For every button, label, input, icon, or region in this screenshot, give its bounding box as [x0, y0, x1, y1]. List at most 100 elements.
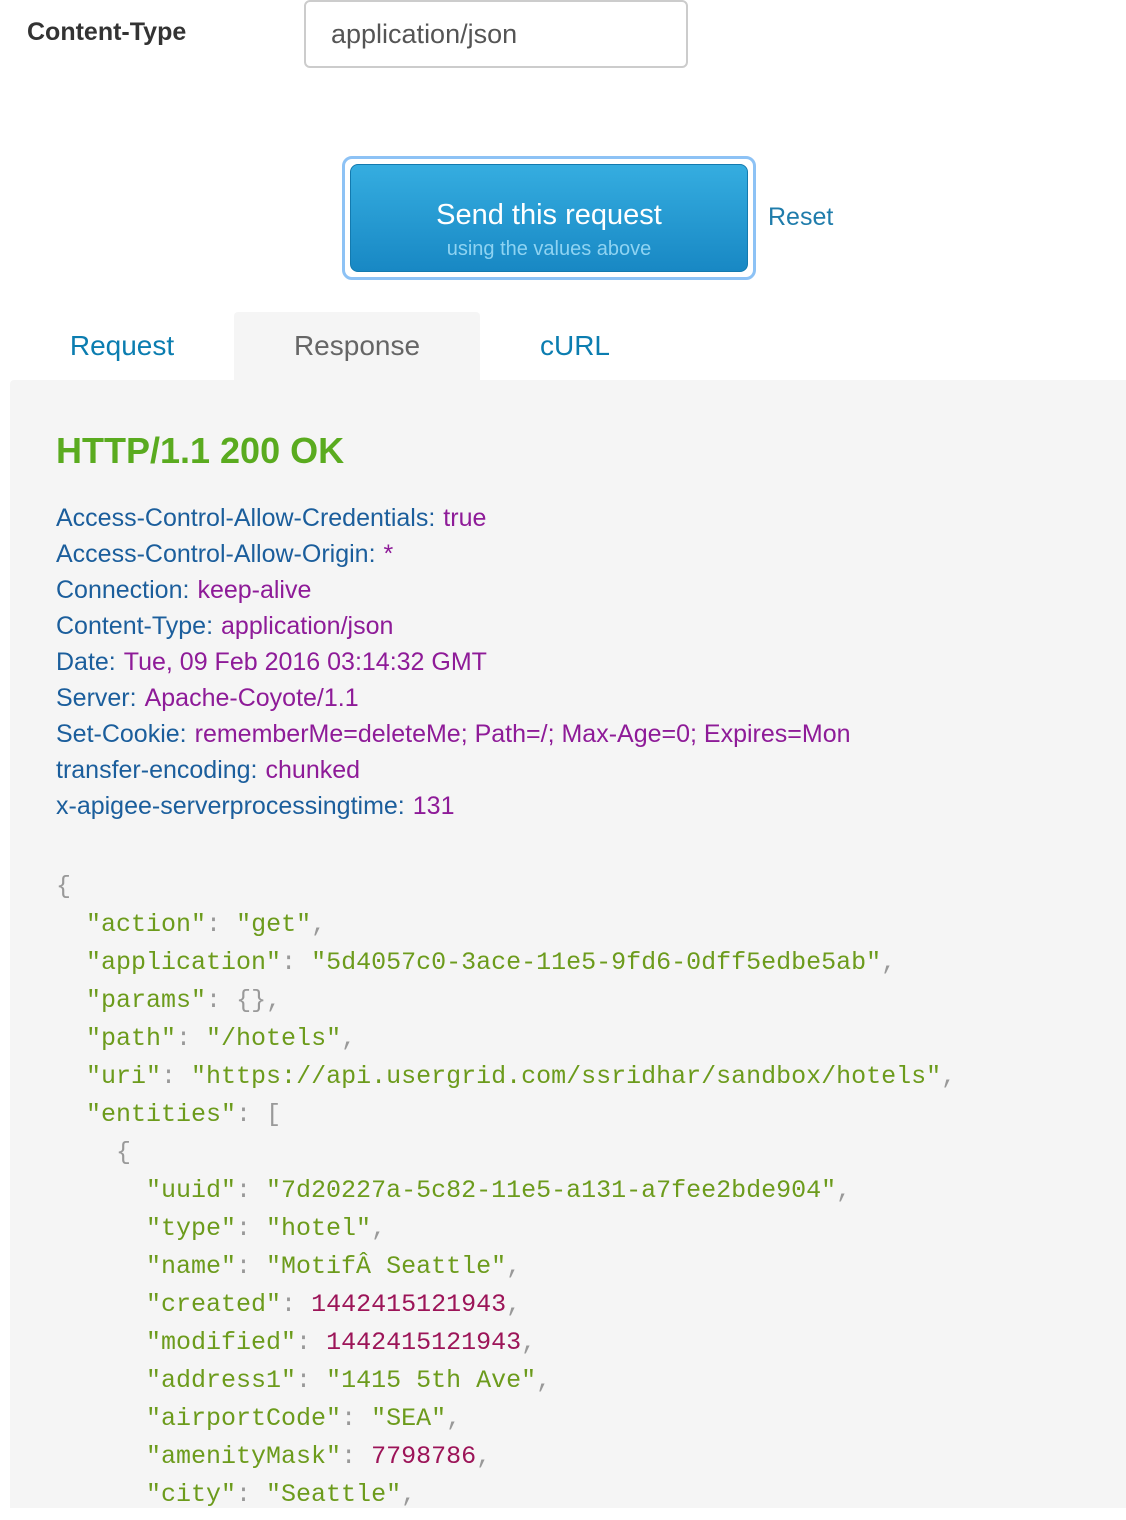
- json-line: "modified": 1442415121943,: [56, 1324, 956, 1362]
- json-punctuation: ,: [446, 1404, 462, 1433]
- tab-response[interactable]: Response: [234, 312, 480, 380]
- json-colon: :: [236, 1214, 267, 1243]
- json-colon: :: [236, 1100, 267, 1129]
- json-key: "application": [86, 948, 282, 977]
- json-value: 1442415121943: [311, 1290, 507, 1319]
- json-key: "modified": [146, 1328, 297, 1357]
- send-button-focus-ring: Send this request using the values above: [342, 156, 756, 280]
- json-value: "https://api.usergrid.com/ssridhar/sandb…: [191, 1062, 942, 1091]
- json-line: "action": "get",: [56, 906, 956, 944]
- json-punctuation: ,: [341, 1024, 357, 1053]
- json-value: "SEA": [371, 1404, 447, 1433]
- json-punctuation: ,: [401, 1480, 417, 1509]
- json-line: "name": "MotifÂ Seattle",: [56, 1248, 956, 1286]
- json-colon: :: [296, 1328, 327, 1357]
- json-colon: :: [236, 1480, 267, 1509]
- response-header-key: Set-Cookie:: [56, 720, 187, 748]
- json-key: "name": [146, 1252, 237, 1281]
- json-line: {: [56, 868, 956, 906]
- tab-curl[interactable]: cURL: [480, 312, 670, 380]
- json-key: "params": [86, 986, 207, 1015]
- json-colon: :: [206, 910, 237, 939]
- response-header-value: 131: [412, 792, 455, 820]
- json-value: "7d20227a-5c82-11e5-a131-a7fee2bde904": [266, 1176, 837, 1205]
- json-line: "amenityMask": 7798786,: [56, 1438, 956, 1476]
- response-header-row: transfer-encoding: chunked: [56, 752, 851, 788]
- json-line: {: [56, 1134, 956, 1172]
- json-colon: :: [341, 1442, 372, 1471]
- response-header-row: Set-Cookie: rememberMe=deleteMe; Path=/; …: [56, 716, 851, 752]
- json-line: "application": "5d4057c0-3ace-11e5-9fd6-…: [56, 944, 956, 982]
- json-line: "path": "/hotels",: [56, 1020, 956, 1058]
- response-header-value: true: [443, 504, 487, 532]
- json-colon: :: [341, 1404, 372, 1433]
- json-brace: {: [56, 872, 72, 901]
- json-colon: :: [206, 986, 237, 1015]
- json-key: "amenityMask": [146, 1442, 342, 1471]
- json-punctuation: ,: [941, 1062, 957, 1091]
- json-line: "created": 1442415121943,: [56, 1286, 956, 1324]
- response-header-key: Content-Type:: [56, 612, 214, 640]
- response-header-value: application/json: [221, 612, 394, 640]
- json-punctuation: ,: [536, 1366, 552, 1395]
- content-type-input[interactable]: [304, 0, 688, 68]
- response-header-value: Tue, 09 Feb 2016 03:14:32 GMT: [123, 648, 487, 676]
- send-request-button[interactable]: Send this request using the values above: [350, 164, 748, 272]
- json-value: 1442415121943: [326, 1328, 522, 1357]
- json-key: "city": [146, 1480, 237, 1509]
- json-colon: :: [236, 1176, 267, 1205]
- json-punctuation: ,: [881, 948, 897, 977]
- reset-link[interactable]: Reset: [768, 203, 833, 232]
- content-type-label: Content-Type: [27, 18, 187, 46]
- json-value: "/hotels": [206, 1024, 342, 1053]
- json-colon: :: [281, 948, 312, 977]
- response-header-key: x-apigee-serverprocessingtime:: [56, 792, 405, 820]
- json-key: "entities": [86, 1100, 237, 1129]
- response-header-value: *: [383, 540, 394, 568]
- response-header-row: Access-Control-Allow-Credentials: true: [56, 500, 851, 536]
- json-brace: {: [116, 1138, 132, 1167]
- response-header-value: rememberMe=deleteMe; Path=/; Max-Age=0; …: [194, 720, 851, 748]
- json-value: "get": [236, 910, 312, 939]
- json-value: "1415 5th Ave": [326, 1366, 537, 1395]
- response-headers: Access-Control-Allow-Credentials: true Acc…: [56, 500, 851, 824]
- json-key: "uuid": [146, 1176, 237, 1205]
- json-punctuation: ,: [266, 986, 282, 1015]
- response-header-value: keep-alive: [197, 576, 312, 604]
- send-button-title: Send this request: [436, 199, 662, 231]
- json-punctuation: ,: [311, 910, 327, 939]
- json-key: "airportCode": [146, 1404, 342, 1433]
- json-line: "entities": [: [56, 1096, 956, 1134]
- response-header-row: Date: Tue, 09 Feb 2016 03:14:32 GMT: [56, 644, 851, 680]
- json-colon: :: [296, 1366, 327, 1395]
- json-value: "Seattle": [266, 1480, 402, 1509]
- json-value: {}: [236, 986, 267, 1015]
- json-key: "uri": [86, 1062, 162, 1091]
- json-line: "city": "Seattle",: [56, 1476, 956, 1514]
- response-header-value: Apache-Coyote/1.1: [144, 684, 359, 712]
- send-button-subtitle: using the values above: [446, 238, 652, 260]
- response-body: { "action": "get", "application": "5d405…: [56, 868, 956, 1514]
- response-header-row: Connection: keep-alive: [56, 572, 851, 608]
- json-punctuation: ,: [476, 1442, 492, 1471]
- json-key: "created": [146, 1290, 282, 1319]
- json-key: "path": [86, 1024, 177, 1053]
- tab-request[interactable]: Request: [40, 312, 204, 380]
- response-header-key: Date:: [56, 648, 116, 676]
- response-header-row: x-apigee-serverprocessingtime: 131: [56, 788, 851, 824]
- response-header-key: Connection:: [56, 576, 190, 604]
- json-key: "action": [86, 910, 207, 939]
- response-header-value: chunked: [265, 756, 361, 784]
